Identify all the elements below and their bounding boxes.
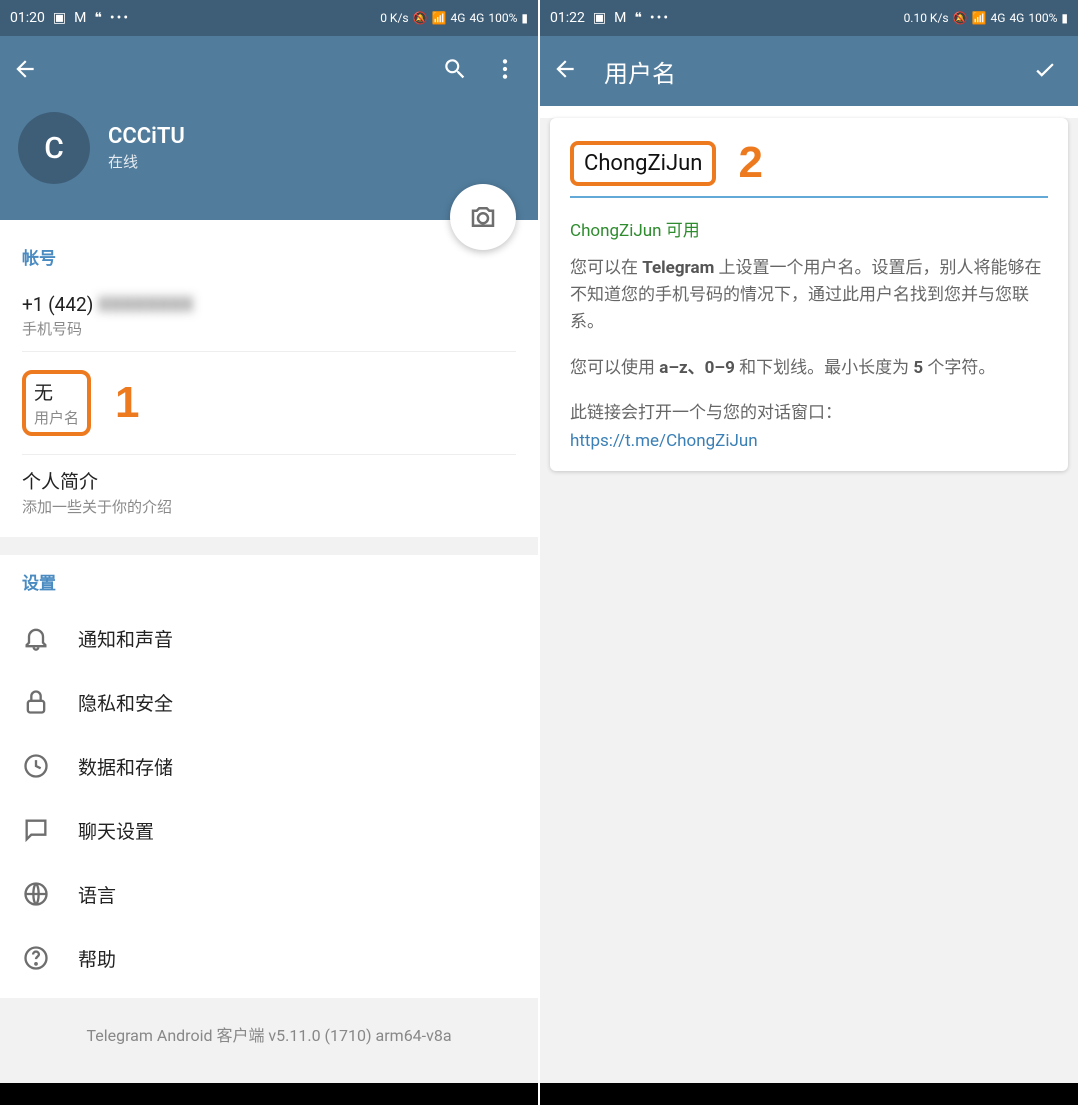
avatar[interactable]: C xyxy=(18,112,90,184)
android-navbar xyxy=(0,1083,538,1105)
help-text-3: 此链接会打开一个与您的对话窗口： xyxy=(570,400,1048,427)
phone-right: 01:22 ▣ M ❝ ••• 0.10 K/s 🔕 📶 4G 4G 100% … xyxy=(540,0,1080,1105)
username-value: 无 xyxy=(34,378,79,405)
battery-text: 100% xyxy=(1028,11,1057,25)
bell-icon xyxy=(22,624,50,652)
battery-icon: ▮ xyxy=(1061,11,1068,25)
mail-icon: M xyxy=(614,10,626,26)
username-item[interactable]: 无 用户名 1 xyxy=(22,352,516,455)
username-status-ok: ChongZiJun 可用 xyxy=(570,216,1048,241)
content-area: ChongZiJun 2 ChongZiJun 可用 您可以在 Telegram… xyxy=(540,118,1078,1095)
app-bar: 用户名 xyxy=(540,36,1078,106)
appbar-title: 用户名 xyxy=(586,54,1032,89)
phone-value: +1 (442) xyxy=(22,293,93,316)
phone-left: 01:20 ▣ M ❝ ••• 0 K/s 🔕 📶 4G 4G 100% ▮ xyxy=(0,0,540,1105)
settings-data[interactable]: 数据和存储 xyxy=(22,734,516,798)
status-time: 01:20 xyxy=(10,10,45,26)
profile-name: CCCiTU xyxy=(108,124,185,149)
account-section-title: 帐号 xyxy=(22,244,516,269)
phone-blurred: XXXXXXXX xyxy=(98,293,193,316)
more-icon: ••• xyxy=(110,10,130,26)
wifi-icon: 📶 xyxy=(432,11,447,25)
status-bar: 01:20 ▣ M ❝ ••• 0 K/s 🔕 📶 4G 4G 100% ▮ xyxy=(0,0,538,36)
callout-number-2: 2 xyxy=(738,138,762,188)
mail-icon: M xyxy=(74,10,86,26)
change-photo-button[interactable] xyxy=(450,184,516,250)
settings-notifications[interactable]: 通知和声音 xyxy=(22,606,516,670)
account-section: 帐号 +1 (442) XXXXXXXX 手机号码 无 用户名 1 个人简介 添… xyxy=(0,220,538,537)
phone-label: 手机号码 xyxy=(22,318,516,339)
signal-4g-1-icon: 4G xyxy=(451,11,466,25)
net-speed: 0 K/s xyxy=(380,11,408,25)
hangouts-icon: ❝ xyxy=(94,10,102,26)
status-bar: 01:22 ▣ M ❝ ••• 0.10 K/s 🔕 📶 4G 4G 100% … xyxy=(540,0,1078,36)
chat-icon xyxy=(22,816,50,844)
help-text-2: 您可以使用 a–z、0–9 和下划线。最小长度为 5 个字符。 xyxy=(570,355,1048,382)
section-gap xyxy=(0,537,538,555)
phone-item[interactable]: +1 (442) XXXXXXXX 手机号码 xyxy=(22,281,516,352)
username-label: 用户名 xyxy=(34,407,79,428)
more-icon: ••• xyxy=(650,10,670,26)
username-input[interactable]: ChongZiJun xyxy=(570,141,716,186)
battery-text: 100% xyxy=(488,11,517,25)
version-text: Telegram Android 客户端 v5.11.0 (1710) arm6… xyxy=(0,998,538,1090)
signal-4g-1-icon: 4G xyxy=(991,11,1006,25)
mute-icon: 🔕 xyxy=(953,11,968,25)
input-underline xyxy=(570,196,1048,198)
settings-language[interactable]: 语言 xyxy=(22,862,516,926)
back-button[interactable] xyxy=(12,56,46,86)
net-speed: 0.10 K/s xyxy=(904,11,949,25)
settings-section-title: 设置 xyxy=(22,569,516,594)
search-button[interactable] xyxy=(442,56,468,86)
help-icon xyxy=(22,944,50,972)
profile-status: 在线 xyxy=(108,151,185,172)
callout-box-1: 无 用户名 xyxy=(22,370,91,436)
bio-item[interactable]: 个人简介 添加一些关于你的介绍 xyxy=(22,455,516,529)
image-icon: ▣ xyxy=(53,10,66,26)
clock-icon xyxy=(22,752,50,780)
bio-title: 个人简介 xyxy=(22,467,516,494)
mute-icon: 🔕 xyxy=(413,11,428,25)
android-navbar xyxy=(540,1083,1078,1105)
help-text-1: 您可以在 Telegram 上设置一个用户名。设置后，别人将能够在不知道您的手机… xyxy=(570,255,1048,337)
status-time: 01:22 xyxy=(550,10,585,26)
overflow-menu-button[interactable] xyxy=(492,56,518,86)
settings-chat[interactable]: 聊天设置 xyxy=(22,798,516,862)
wifi-icon: 📶 xyxy=(972,11,987,25)
app-bar xyxy=(0,36,538,106)
callout-number-1: 1 xyxy=(115,378,139,428)
profile-link[interactable]: https://t.me/ChongZiJun xyxy=(570,431,1048,451)
settings-help[interactable]: 帮助 xyxy=(22,926,516,990)
profile-header: C CCCiTU 在线 xyxy=(0,106,538,220)
camera-icon xyxy=(468,202,498,232)
image-icon: ▣ xyxy=(593,10,606,26)
hangouts-icon: ❝ xyxy=(634,10,642,26)
settings-privacy[interactable]: 隐私和安全 xyxy=(22,670,516,734)
globe-icon xyxy=(22,880,50,908)
username-editor-card: ChongZiJun 2 ChongZiJun 可用 您可以在 Telegram… xyxy=(550,118,1068,471)
confirm-button[interactable] xyxy=(1032,56,1058,86)
lock-icon xyxy=(22,688,50,716)
settings-section: 设置 通知和声音 隐私和安全 数据和存储 聊天设置 语言 帮助 xyxy=(0,555,538,998)
signal-4g-2-icon: 4G xyxy=(1009,11,1024,25)
signal-4g-2-icon: 4G xyxy=(469,11,484,25)
battery-icon: ▮ xyxy=(521,11,528,25)
back-button[interactable] xyxy=(552,56,586,86)
bio-hint: 添加一些关于你的介绍 xyxy=(22,496,516,517)
